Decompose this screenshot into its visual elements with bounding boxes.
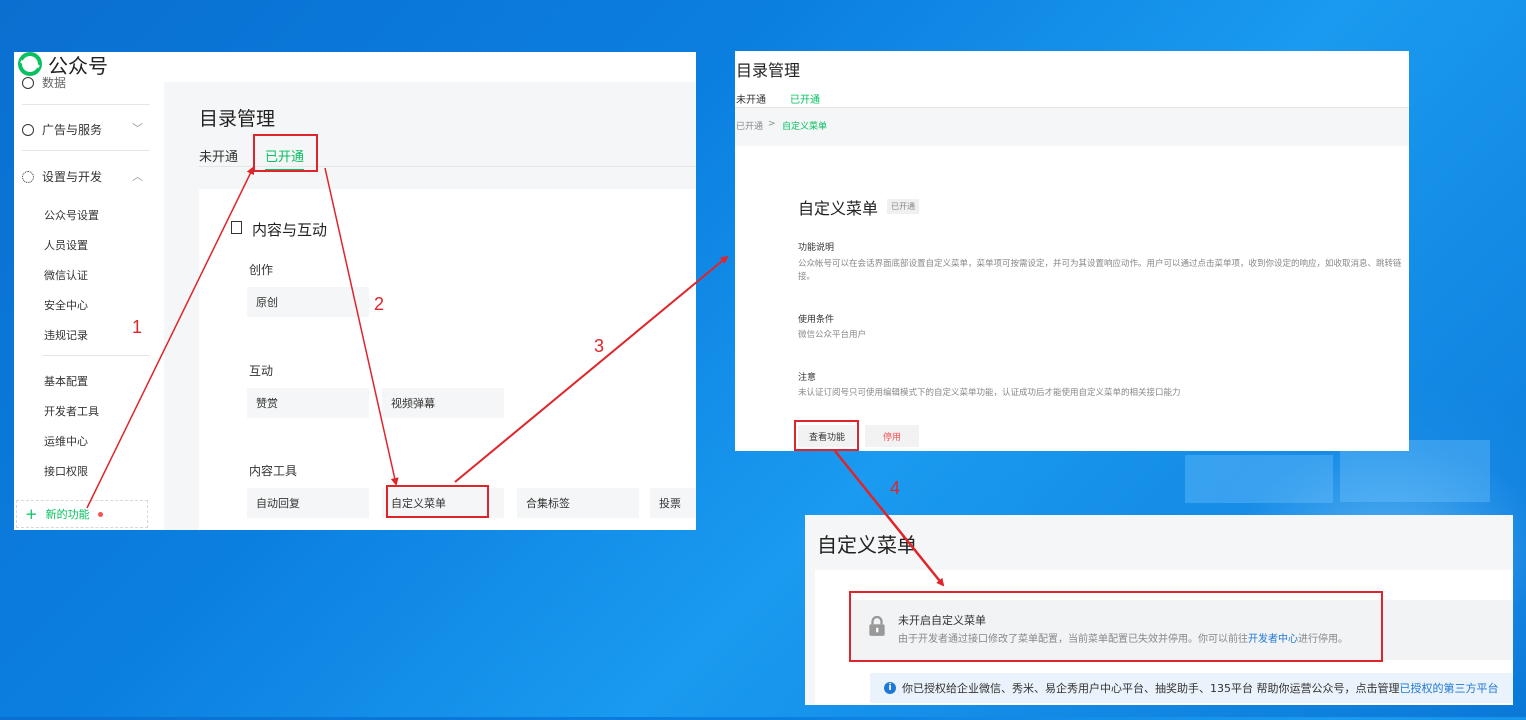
arrow-step-4 (834, 450, 945, 587)
arrow-step-1 (86, 166, 254, 509)
annotation-arrows (86, 166, 945, 587)
arrow-step-2 (324, 167, 399, 486)
arrow-step-3 (454, 255, 729, 483)
